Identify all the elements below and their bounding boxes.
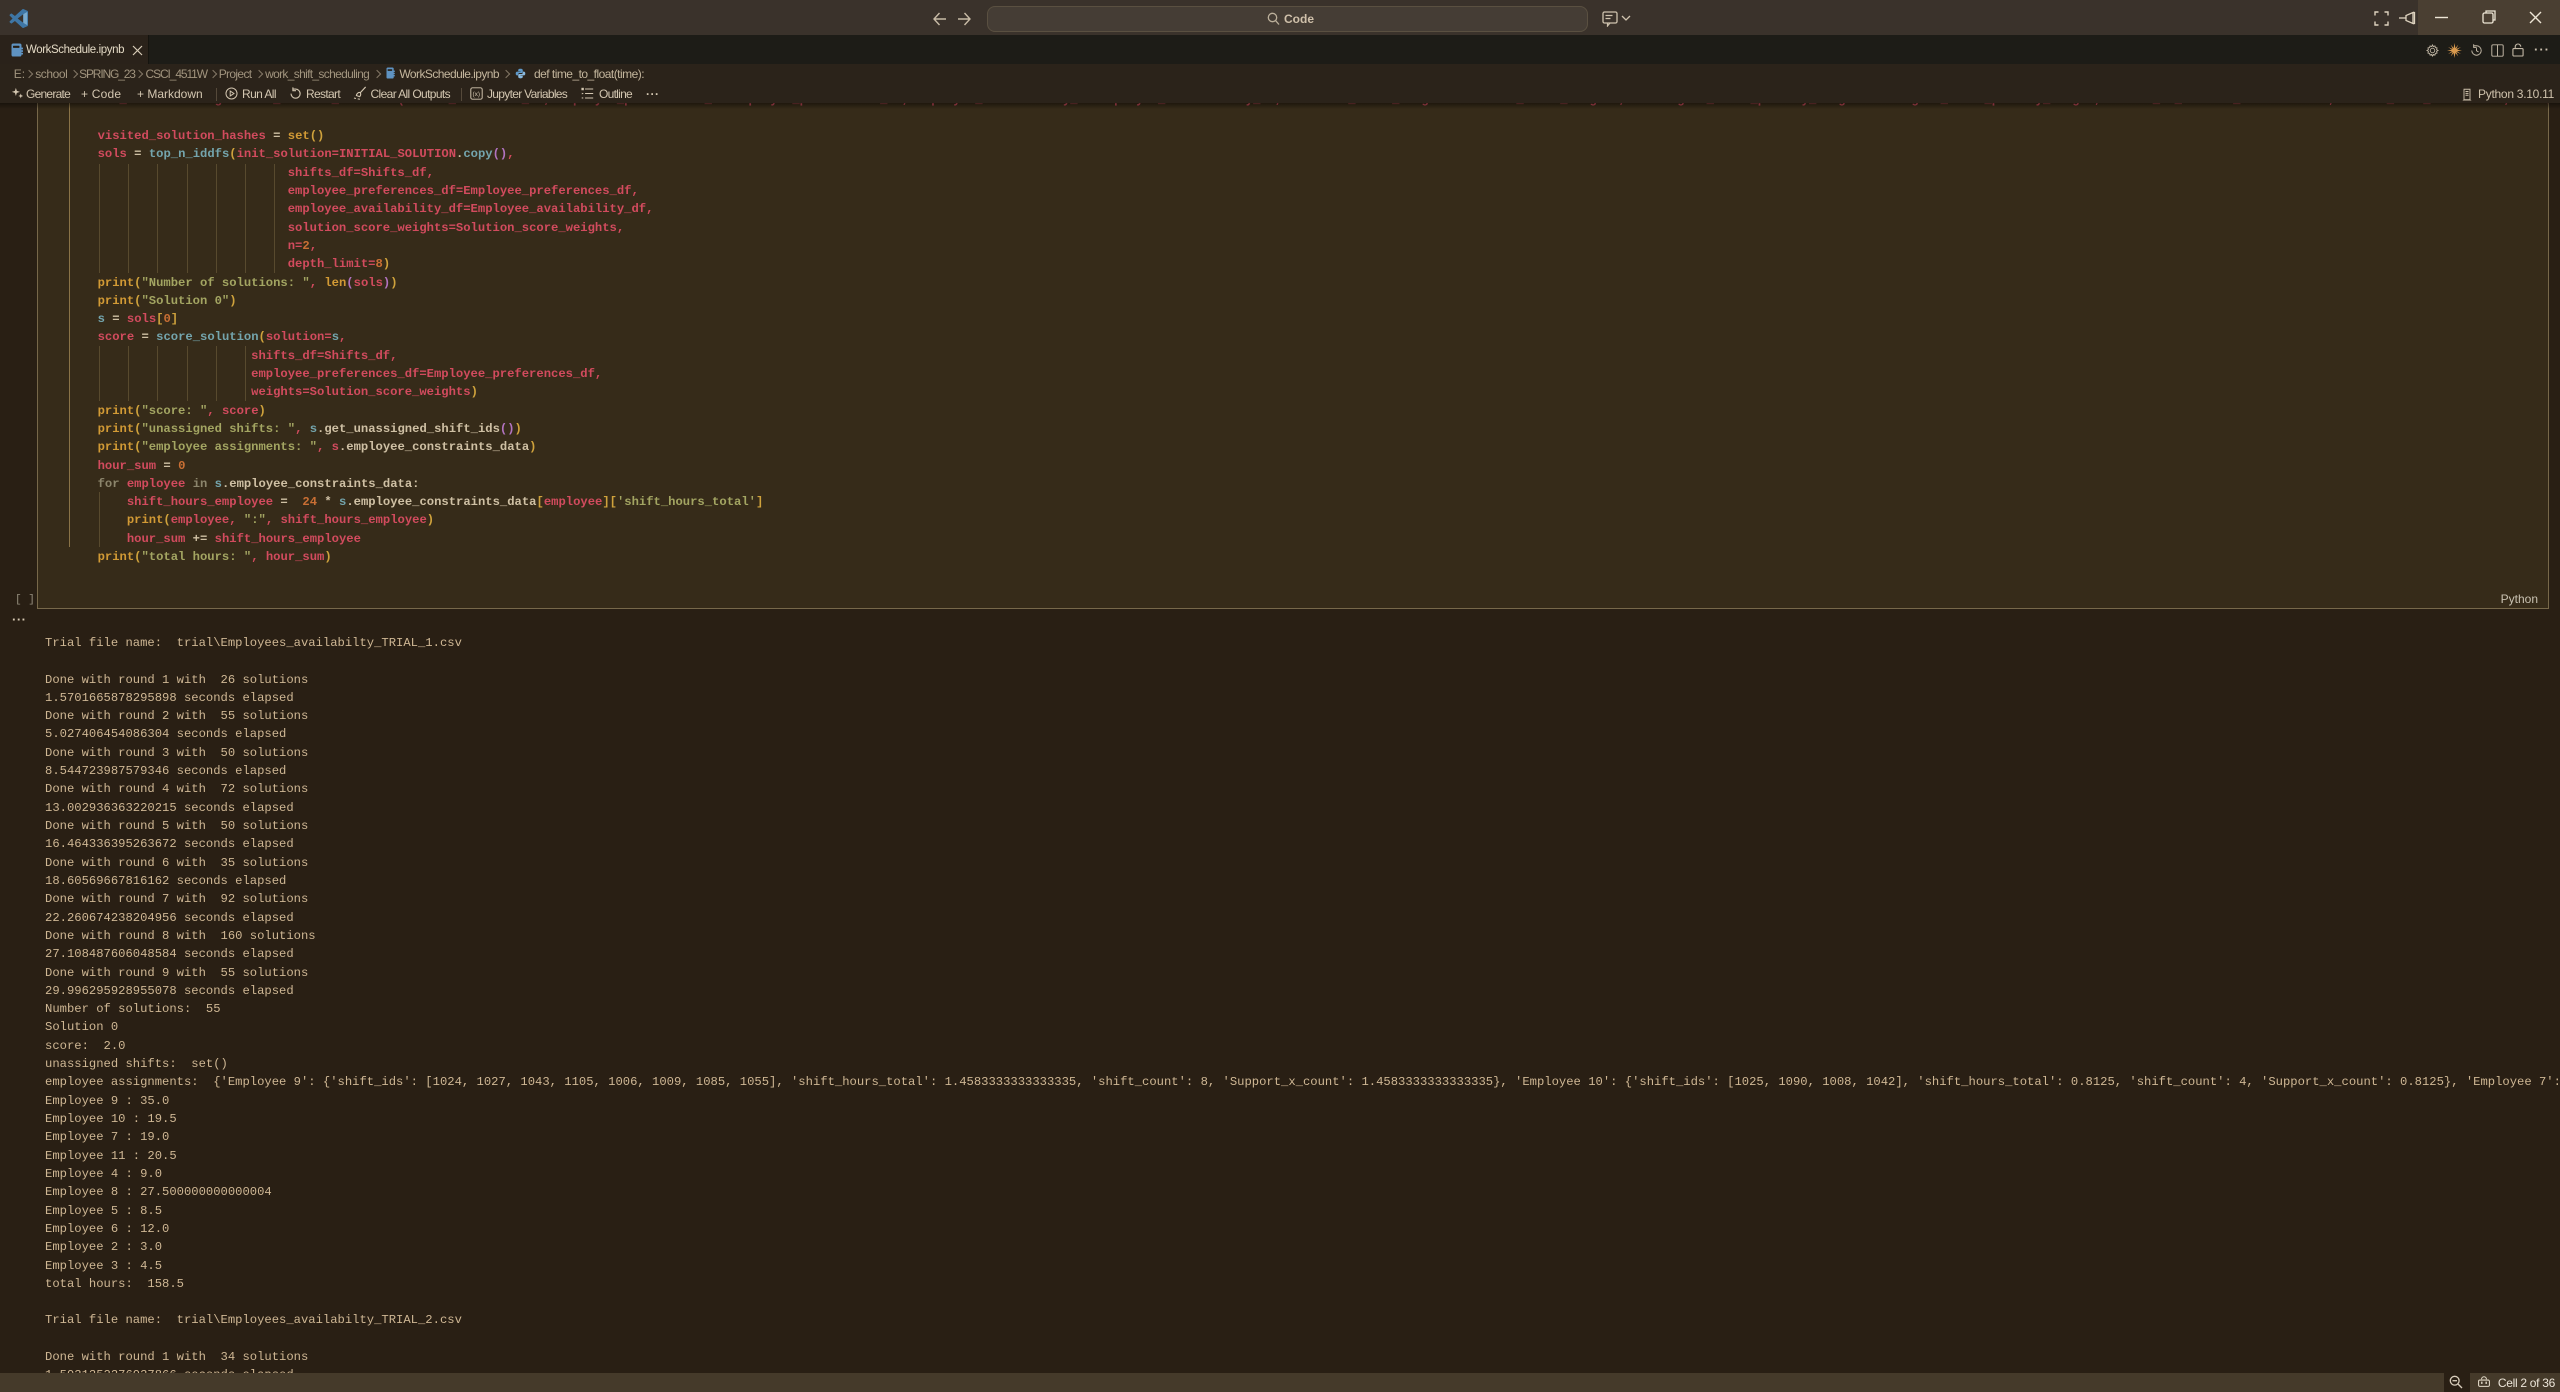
svg-text:(x): (x): [472, 91, 480, 98]
